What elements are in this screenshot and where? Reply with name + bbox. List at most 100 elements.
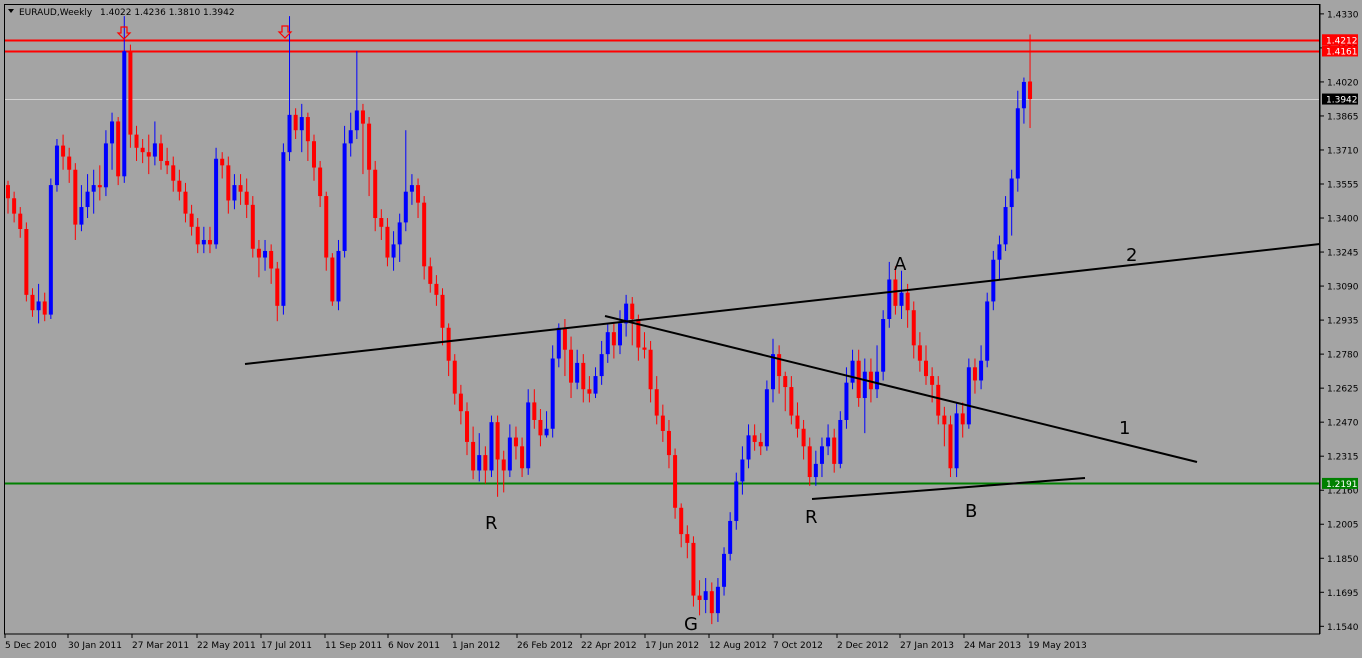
- candle-body: [440, 294, 445, 328]
- candle-body: [771, 354, 775, 390]
- candle-body: [495, 422, 500, 460]
- candle-body: [703, 591, 708, 600]
- candle-body: [422, 202, 427, 267]
- y-tick-label: 1.3400: [1327, 215, 1359, 225]
- candle-body: [342, 143, 347, 251]
- candle-body: [691, 542, 696, 596]
- x-tick-label: 22 Apr 2012: [581, 641, 637, 651]
- candle-body: [569, 349, 574, 383]
- candle-body: [122, 51, 127, 177]
- candle-body: [458, 393, 463, 412]
- candle-body: [195, 226, 200, 245]
- candle-body: [110, 121, 115, 144]
- chart-window[interactable]: A B G R R 1 2 1.43301.41751.40201.38651.…: [0, 0, 1362, 654]
- candle-body: [330, 257, 335, 302]
- candle-body: [899, 292, 904, 306]
- x-tick-label: 17 Jul 2011: [261, 641, 312, 651]
- candle-body: [465, 411, 469, 442]
- candle-body: [758, 441, 763, 447]
- candle-body: [893, 279, 898, 306]
- candle-body: [1021, 81, 1026, 109]
- candle-body: [452, 360, 457, 394]
- candle-body: [146, 152, 151, 157]
- candle-body: [532, 402, 537, 420]
- candle-body: [293, 114, 298, 131]
- x-tick-label: 1 Jan 2012: [452, 641, 500, 651]
- candle-body: [985, 301, 990, 361]
- candle-body: [862, 371, 867, 399]
- candle-body: [746, 435, 751, 460]
- candle-body: [446, 327, 451, 361]
- candle-body: [134, 134, 139, 148]
- candle-body: [1003, 207, 1008, 245]
- candle-body: [777, 354, 782, 377]
- candle-body: [660, 415, 665, 431]
- candle-body: [201, 239, 206, 245]
- candle-body: [501, 459, 506, 471]
- x-tick-label: 27 Jan 2013: [900, 641, 954, 651]
- y-tick-label: 1.2005: [1327, 521, 1359, 531]
- candle-body: [73, 169, 78, 225]
- candle-body: [832, 437, 837, 464]
- candle-body: [966, 367, 971, 425]
- candle-body: [250, 204, 255, 249]
- candle-body: [948, 424, 953, 469]
- y-tick-label: 1.1695: [1327, 589, 1359, 599]
- candle-body: [256, 248, 261, 258]
- candle-body: [954, 413, 959, 469]
- y-tick-label: 1.2935: [1327, 317, 1359, 327]
- candle-body: [140, 147, 145, 153]
- candle-body: [556, 327, 561, 359]
- candle-body: [881, 319, 886, 372]
- candle-body: [917, 345, 922, 361]
- candle-body: [214, 158, 219, 245]
- candle-body: [397, 222, 402, 245]
- y-tick-label: 1.3555: [1327, 181, 1359, 191]
- candlestick-chart[interactable]: A B G R R 1 2 1.43301.41751.40201.38651.…: [0, 0, 1362, 654]
- candle-body: [403, 191, 408, 223]
- candle-body: [30, 294, 35, 311]
- candle-body: [67, 156, 72, 170]
- candle-body: [177, 180, 182, 192]
- candle-body: [1009, 178, 1014, 208]
- y-tick-label: 1.3245: [1327, 249, 1359, 259]
- y-tick-label: 1.1850: [1327, 555, 1359, 565]
- x-tick-label: 27 Mar 2011: [132, 641, 189, 651]
- x-tick-label: 26 Feb 2012: [517, 641, 573, 651]
- candle-body: [42, 301, 47, 315]
- candle-body: [581, 362, 586, 390]
- candle-body: [489, 422, 494, 471]
- price-tag-label: 1.3942: [1326, 96, 1358, 106]
- candle-body: [244, 191, 249, 205]
- candle-body: [960, 413, 965, 425]
- candle-body: [507, 437, 512, 471]
- wave-label-b: B: [965, 501, 977, 522]
- y-tick-label: 1.2315: [1327, 453, 1359, 463]
- candle-body: [611, 332, 616, 346]
- price-tag-label: 1.4161: [1326, 47, 1358, 57]
- y-tick-label: 1.3865: [1327, 112, 1359, 122]
- candle-body: [226, 165, 231, 201]
- candle-body: [238, 185, 243, 192]
- candle-body: [520, 446, 525, 469]
- candle-body: [232, 185, 237, 201]
- candle-body: [24, 229, 29, 295]
- candle-body: [416, 185, 421, 203]
- y-tick-label: 1.4020: [1327, 78, 1359, 88]
- candle-body: [813, 463, 818, 478]
- x-tick-label: 30 Jan 2011: [68, 641, 122, 651]
- candle-body: [972, 367, 977, 381]
- candle-body: [385, 226, 390, 258]
- candle-body: [575, 362, 580, 383]
- x-tick-label: 22 May 2011: [197, 641, 256, 651]
- x-tick-label: 24 Mar 2013: [964, 641, 1021, 651]
- candle-body: [513, 437, 518, 447]
- candle-body: [550, 358, 555, 429]
- candle-body: [318, 167, 323, 197]
- candle-body: [905, 292, 910, 311]
- candle-body: [91, 185, 96, 192]
- candle-body: [189, 213, 194, 227]
- candle-body: [116, 121, 121, 177]
- candle-body: [367, 123, 372, 170]
- candle-body: [715, 586, 720, 614]
